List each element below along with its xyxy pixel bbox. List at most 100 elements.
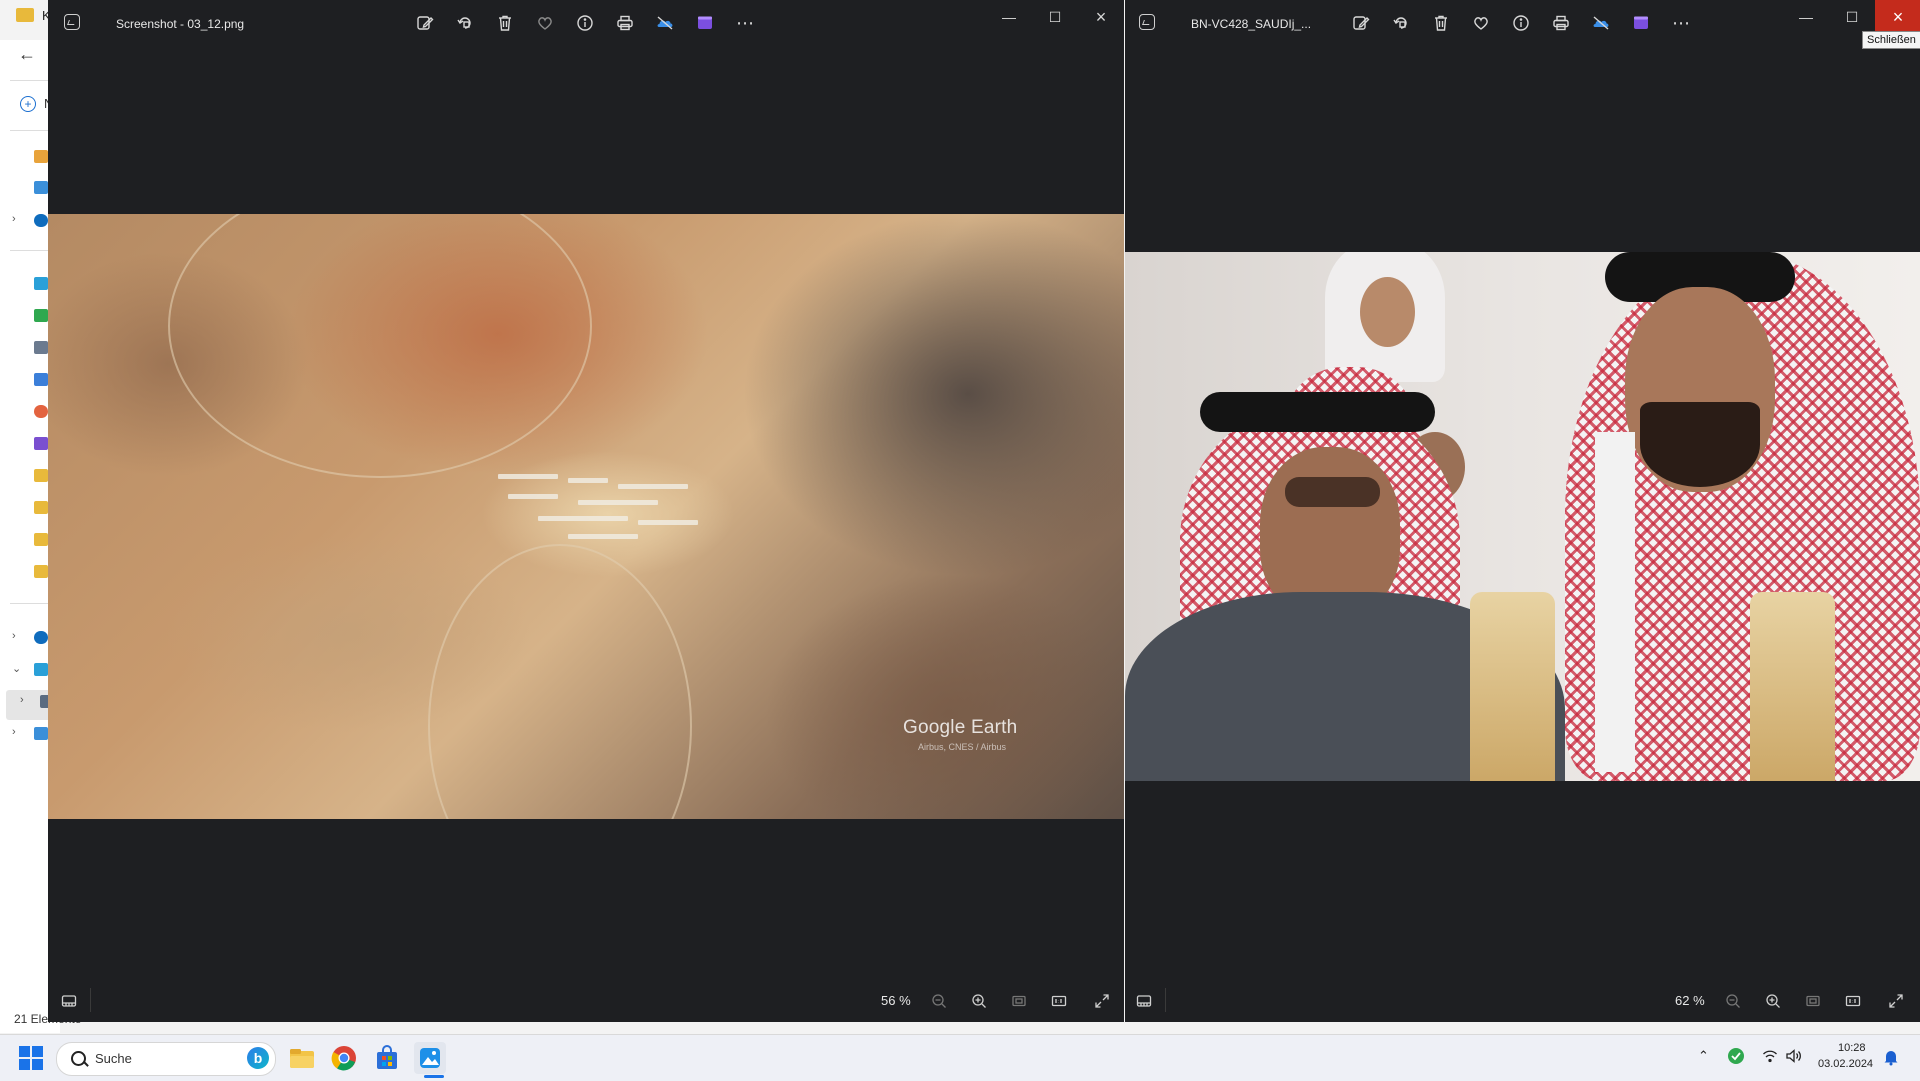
info-icon[interactable]: [1510, 12, 1532, 34]
search-icon: [71, 1051, 86, 1066]
beard-right: [1640, 402, 1760, 487]
close-button[interactable]: ×: [1875, 0, 1920, 34]
taskbar-search[interactable]: Suche b: [56, 1042, 276, 1076]
volume-icon[interactable]: [1785, 1048, 1803, 1064]
google-earth-watermark: Google Earth: [903, 717, 1018, 738]
background-figure: [1360, 277, 1415, 347]
close-button[interactable]: ×: [1078, 0, 1124, 34]
chevron-right-icon[interactable]: ›: [20, 694, 24, 706]
black-agal-left: [1200, 392, 1435, 432]
fullscreen-icon[interactable]: [1885, 990, 1907, 1012]
gallery-icon[interactable]: [34, 181, 48, 194]
windows-start-icon[interactable]: [19, 1046, 43, 1070]
zoom-in-icon[interactable]: [1762, 990, 1784, 1012]
clipchamp-icon[interactable]: [1630, 12, 1652, 34]
zoom-in-icon[interactable]: [968, 990, 990, 1012]
white-thobe-right: [1595, 432, 1635, 772]
zoom-level: 62 %: [1675, 993, 1705, 1008]
documents-icon[interactable]: [34, 341, 48, 354]
chevron-down-icon[interactable]: ⌄: [12, 662, 21, 675]
road-curve: [428, 544, 692, 819]
chevron-right-icon[interactable]: ›: [12, 213, 16, 225]
maximize-button[interactable]: ☐: [1829, 0, 1875, 34]
downloads-icon[interactable]: [34, 309, 48, 322]
wifi-icon[interactable]: [1762, 1048, 1778, 1064]
zoom-out-icon[interactable]: [928, 990, 950, 1012]
folder-icon[interactable]: [34, 565, 48, 578]
this-pc-icon[interactable]: [34, 663, 48, 676]
onedrive-icon[interactable]: [34, 214, 48, 227]
filmstrip-icon[interactable]: [58, 990, 80, 1012]
actual-size-icon[interactable]: [1048, 990, 1070, 1012]
notification-bell-icon[interactable]: [1883, 1048, 1899, 1066]
photos-app-icon: [64, 14, 80, 30]
file-explorer-icon[interactable]: [286, 1042, 318, 1074]
home-icon[interactable]: [34, 150, 48, 163]
minimize-button[interactable]: —: [1783, 0, 1829, 34]
chevron-right-icon[interactable]: ›: [12, 630, 16, 642]
clipchamp-icon[interactable]: [694, 12, 716, 34]
gold-chair: [1470, 592, 1555, 781]
favorite-icon[interactable]: [534, 12, 556, 34]
zoom-level: 56 %: [881, 993, 911, 1008]
filmstrip-icon[interactable]: [1133, 990, 1155, 1012]
window-title: BN-VC428_SAUDIj_...: [1191, 17, 1312, 31]
photos-window-left: Screenshot - 03_12.png ⋯ — ☐ × Google Ea…: [48, 0, 1124, 1022]
fit-to-window-icon[interactable]: [1008, 990, 1030, 1012]
photos-icon[interactable]: [414, 1042, 446, 1074]
rotate-icon[interactable]: [454, 12, 476, 34]
chevron-up-icon[interactable]: ⌃: [1698, 1048, 1709, 1064]
zoom-out-icon[interactable]: [1722, 990, 1744, 1012]
photos-window-right: BN-VC428_SAUDIj_... ⋯ — ☐ × 62 %: [1125, 0, 1920, 1022]
network-icon[interactable]: [34, 727, 48, 740]
facility-buildings: [478, 464, 738, 554]
chevron-right-icon[interactable]: ›: [12, 726, 16, 738]
divider: [90, 988, 91, 1012]
edit-icon[interactable]: [414, 12, 436, 34]
music-icon[interactable]: [34, 405, 48, 418]
pictures-icon[interactable]: [34, 373, 48, 386]
bing-icon[interactable]: b: [247, 1047, 269, 1069]
print-icon[interactable]: [1550, 12, 1572, 34]
videos-icon[interactable]: [34, 437, 48, 450]
onedrive-icon[interactable]: [34, 631, 48, 644]
chrome-icon[interactable]: [328, 1042, 360, 1074]
delete-icon[interactable]: [1430, 12, 1452, 34]
info-icon[interactable]: [574, 12, 596, 34]
road-curve: [168, 214, 592, 478]
folder-icon[interactable]: [34, 533, 48, 546]
minimize-button[interactable]: —: [986, 0, 1032, 34]
clock-time[interactable]: 10:28: [1838, 1042, 1866, 1054]
onedrive-icon[interactable]: [654, 12, 676, 34]
delete-icon[interactable]: [494, 12, 516, 34]
titlebar: BN-VC428_SAUDIj_... ⋯ — ☐ ×: [1125, 0, 1920, 48]
folder-icon[interactable]: [34, 469, 48, 482]
print-icon[interactable]: [614, 12, 636, 34]
store-icon[interactable]: [371, 1042, 403, 1074]
rotate-icon[interactable]: [1390, 12, 1412, 34]
more-icon[interactable]: ⋯: [734, 12, 756, 34]
gold-chair: [1750, 592, 1835, 781]
divider: [1165, 988, 1166, 1012]
maximize-button[interactable]: ☐: [1032, 0, 1078, 34]
fit-to-window-icon[interactable]: [1802, 990, 1824, 1012]
security-shield-icon[interactable]: [1727, 1047, 1745, 1065]
more-icon[interactable]: ⋯: [1670, 12, 1692, 34]
fullscreen-icon[interactable]: [1091, 990, 1113, 1012]
onedrive-icon[interactable]: [1590, 12, 1612, 34]
titlebar: Screenshot - 03_12.png ⋯ — ☐ ×: [48, 0, 1124, 48]
bottom-bar: 56 %: [48, 978, 1124, 1022]
taskbar: Suche b ⌃ 10:28 03.02.2024: [0, 1034, 1920, 1081]
folder-icon[interactable]: [34, 501, 48, 514]
back-arrow-icon[interactable]: ←: [18, 44, 36, 65]
satellite-image: Google Earth Airbus, CNES / Airbus: [48, 214, 1124, 819]
actual-size-icon[interactable]: [1842, 990, 1864, 1012]
desktop-icon[interactable]: [34, 277, 48, 290]
edit-icon[interactable]: [1350, 12, 1372, 34]
clock-date[interactable]: 03.02.2024: [1818, 1058, 1873, 1070]
window-title: Screenshot - 03_12.png: [116, 17, 245, 31]
new-button[interactable]: +: [20, 96, 36, 112]
image-credit: Airbus, CNES / Airbus: [918, 742, 1007, 752]
favorite-icon[interactable]: [1470, 12, 1492, 34]
photos-app-icon: [1139, 14, 1155, 30]
